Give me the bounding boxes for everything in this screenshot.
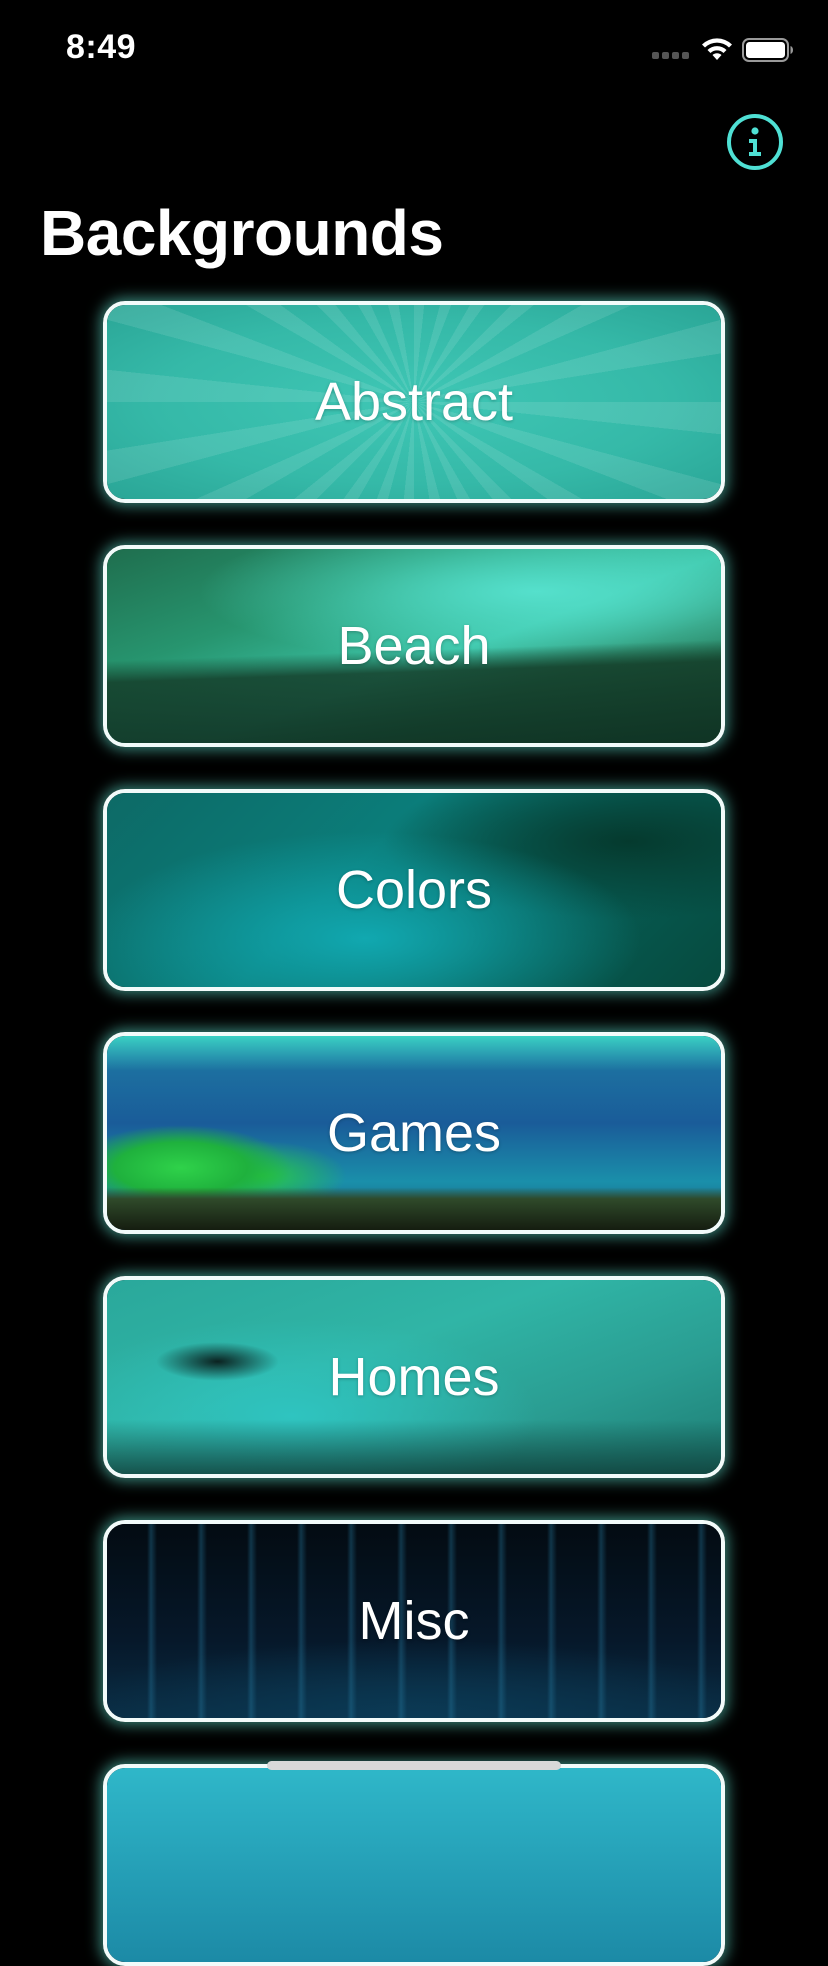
category-card-misc[interactable]: Misc	[103, 1520, 725, 1722]
category-card-games[interactable]: Games	[103, 1032, 725, 1234]
category-label: Abstract	[314, 372, 514, 432]
category-card-next[interactable]	[103, 1764, 725, 1966]
category-card-colors[interactable]: Colors	[103, 789, 725, 991]
info-circle-icon	[749, 127, 761, 156]
status-time: 8:49	[66, 28, 137, 66]
cellular-signal-icon	[652, 52, 690, 60]
page-title: Backgrounds	[40, 197, 444, 269]
category-card-homes[interactable]: Homes	[103, 1276, 725, 1478]
status-bar: 8:49	[0, 0, 828, 100]
category-card-abstract[interactable]: Abstract	[103, 301, 725, 503]
home-indicator[interactable]	[267, 1761, 561, 1770]
category-card-beach[interactable]: Beach	[103, 545, 725, 747]
category-label: Colors	[335, 860, 493, 920]
next-thumbnail	[107, 1768, 721, 1962]
info-button[interactable]	[727, 114, 783, 170]
category-label: Games	[326, 1103, 502, 1163]
wifi-icon	[702, 38, 732, 60]
category-label: Homes	[328, 1347, 500, 1407]
category-label: Beach	[337, 616, 491, 676]
battery-icon	[742, 38, 793, 62]
category-label: Misc	[358, 1591, 470, 1651]
